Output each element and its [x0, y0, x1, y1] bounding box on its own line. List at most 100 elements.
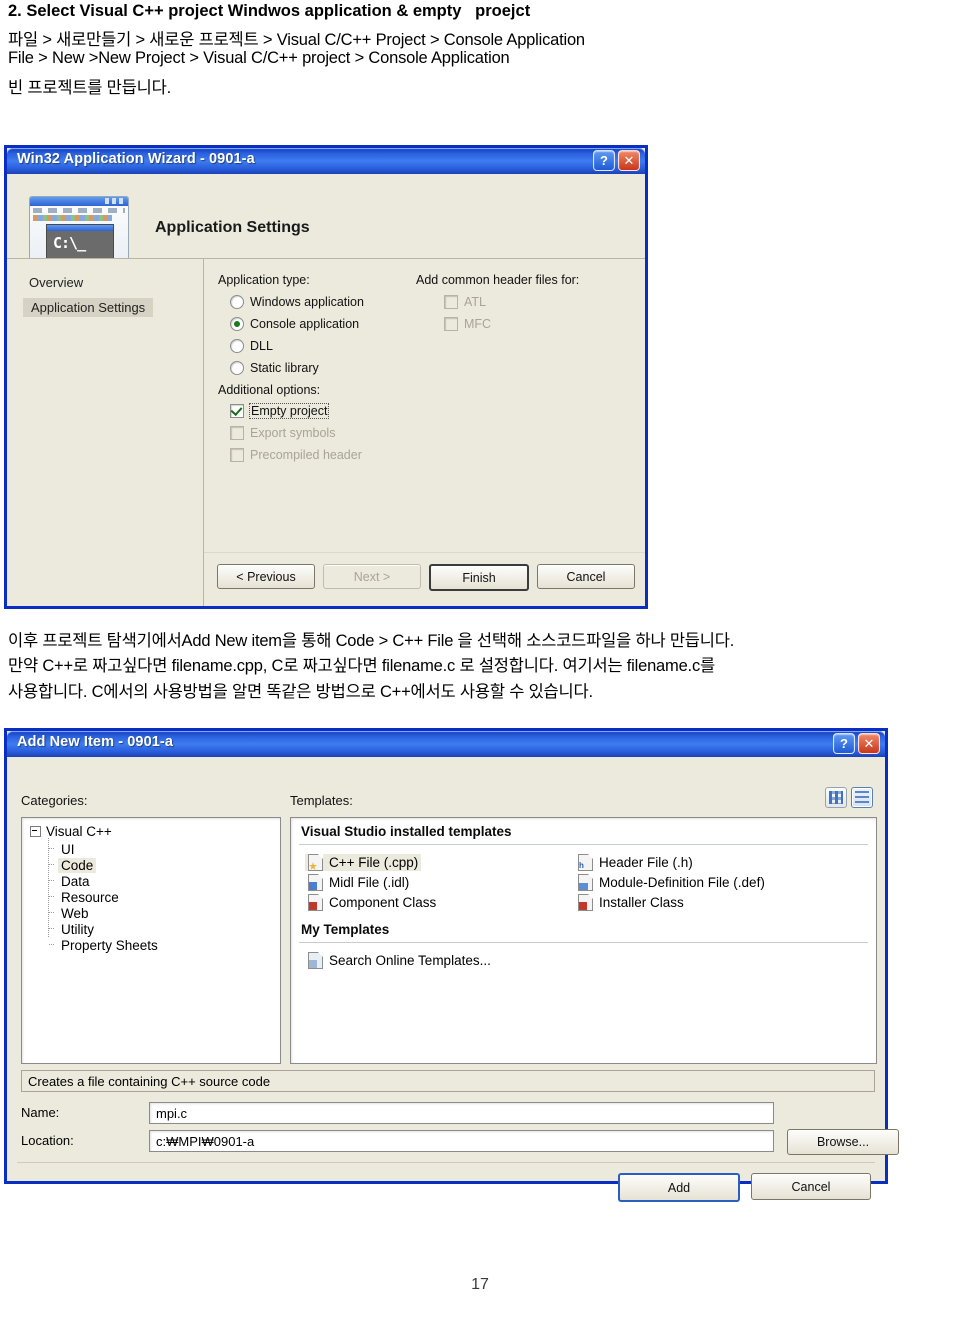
- checkbox-indicator: [230, 426, 244, 440]
- large-icons-view-icon[interactable]: [825, 787, 847, 808]
- component-class-icon: [308, 894, 323, 911]
- radio-label: Windows application: [250, 295, 364, 309]
- radio-static-library[interactable]: Static library: [230, 361, 319, 375]
- template-component-class[interactable]: Component Class: [305, 894, 439, 911]
- tree-node-label: Visual C++: [46, 824, 112, 839]
- tree-item-web[interactable]: Web: [58, 906, 92, 921]
- name-input[interactable]: mpi.c: [149, 1102, 774, 1124]
- def-file-icon: [578, 874, 593, 891]
- view-mode-buttons: [825, 787, 873, 808]
- previous-button[interactable]: < Previous: [217, 564, 315, 589]
- checkbox-mfc: MFC: [444, 317, 491, 331]
- additem-cancel-button[interactable]: Cancel: [751, 1173, 871, 1200]
- checkbox-precompiled-header: Precompiled header: [230, 448, 362, 462]
- name-label: Name:: [21, 1105, 60, 1120]
- name-input-value: mpi.c: [156, 1105, 188, 1121]
- template-label: C++ File (.cpp): [329, 855, 419, 870]
- categories-label: Categories:: [21, 793, 88, 808]
- template-label: Module-Definition File (.def): [599, 875, 765, 890]
- wizard-footer: < Previous Next > Finish Cancel: [204, 552, 645, 606]
- categories-tree[interactable]: Visual C++ UI Code Data Resource Web Uti…: [21, 817, 281, 1064]
- additem-title-text: Add New Item - 0901-a: [17, 734, 174, 750]
- list-view-icon[interactable]: [851, 787, 873, 808]
- wizard-title-bar-buttons: ? ✕: [593, 150, 640, 171]
- add-new-item-dialog: Add New Item - 0901-a ? ✕ Categories: Te…: [4, 728, 899, 1202]
- wizard-title-bar: Win32 Application Wizard - 0901-a ? ✕: [7, 148, 645, 174]
- tree-item-ui[interactable]: UI: [58, 842, 78, 857]
- radio-dll[interactable]: DLL: [230, 339, 273, 353]
- doc-note-korean: 빈 프로젝트를 만듭니다.: [8, 79, 171, 97]
- radio-label: DLL: [250, 339, 273, 353]
- radio-label: Console application: [250, 317, 360, 331]
- radio-console-application[interactable]: Console application: [230, 317, 359, 331]
- checkbox-label: Empty project: [248, 403, 330, 419]
- installer-class-icon: [578, 894, 593, 911]
- close-icon[interactable]: ✕: [858, 733, 880, 754]
- wizard-nav-overview[interactable]: Overview: [29, 275, 83, 290]
- wizard-button-row: < Previous Next > Finish Cancel: [217, 564, 635, 591]
- checkbox-indicator: [230, 448, 244, 462]
- tree-item-utility[interactable]: Utility: [58, 922, 97, 937]
- console-prompt-text: C:\_: [53, 234, 86, 252]
- doc-path-korean: 파일 > 새로만들기 > 새로운 프로젝트 > Visual C/C++ Pro…: [8, 31, 585, 49]
- template-installer-class[interactable]: Installer Class: [575, 894, 687, 911]
- page-number: 17: [471, 1276, 489, 1293]
- add-button[interactable]: Add: [618, 1173, 740, 1202]
- radio-indicator: [230, 339, 244, 353]
- checkbox-label: ATL: [464, 295, 486, 309]
- tree-item-property-sheets[interactable]: Property Sheets: [58, 938, 161, 953]
- checkbox-export-symbols: Export symbols: [230, 426, 335, 440]
- location-label: Location:: [21, 1133, 74, 1148]
- checkbox-indicator-checked: [230, 404, 244, 418]
- location-input[interactable]: c:₩MPI₩0901-a: [149, 1130, 774, 1152]
- template-cpp-file[interactable]: C++ File (.cpp): [305, 854, 422, 871]
- body-text-line-3: 사용합니다. C에서의 사용방법을 알면 똑같은 방법으로 C++에서도 사용할…: [8, 683, 593, 701]
- additem-title-bar-buttons: ? ✕: [833, 733, 880, 754]
- template-label: Header File (.h): [599, 855, 693, 870]
- help-icon[interactable]: ?: [833, 733, 855, 754]
- my-templates-header: My Templates: [301, 922, 390, 937]
- wizard-settings-pane: Application type: Windows application Co…: [204, 259, 645, 606]
- templates-list[interactable]: Visual Studio installed templates C++ Fi…: [290, 817, 877, 1064]
- checkbox-atl: ATL: [444, 295, 486, 309]
- template-description-text: Creates a file containing C++ source cod…: [28, 1073, 271, 1089]
- cpp-file-icon: [308, 854, 323, 871]
- wizard-header-title: Application Settings: [155, 219, 310, 236]
- tree-item-data[interactable]: Data: [58, 874, 93, 889]
- radio-indicator-selected: [230, 317, 244, 331]
- templates-label: Templates:: [290, 793, 353, 808]
- wizard-title-text: Win32 Application Wizard - 0901-a: [17, 151, 255, 167]
- radio-windows-application[interactable]: Windows application: [230, 295, 364, 309]
- checkbox-label: Precompiled header: [250, 448, 362, 462]
- template-search-online[interactable]: Search Online Templates...: [305, 952, 494, 969]
- finish-button[interactable]: Finish: [429, 564, 529, 591]
- template-module-definition-file[interactable]: Module-Definition File (.def): [575, 874, 768, 891]
- help-icon[interactable]: ?: [593, 150, 615, 171]
- browse-button[interactable]: Browse...: [787, 1129, 899, 1155]
- template-label: Component Class: [329, 895, 437, 910]
- checkbox-empty-project[interactable]: Empty project: [230, 403, 330, 419]
- search-online-icon: [308, 952, 323, 969]
- header-file-icon: h: [578, 854, 593, 871]
- radio-indicator: [230, 295, 244, 309]
- footer-divider: [17, 1162, 875, 1163]
- common-header-files-label: Add common header files for:: [416, 273, 580, 287]
- wizard-nav-application-settings[interactable]: Application Settings: [23, 298, 154, 317]
- template-header-file[interactable]: h Header File (.h): [575, 854, 696, 871]
- checkbox-indicator: [444, 295, 458, 309]
- template-label: Installer Class: [599, 895, 684, 910]
- tree-node-visual-cpp[interactable]: Visual C++: [30, 824, 112, 839]
- location-input-value: c:₩MPI₩0901-a: [156, 1133, 255, 1149]
- wizard-body: Overview Application Settings Applicatio…: [7, 259, 645, 606]
- tree-item-resource[interactable]: Resource: [58, 890, 122, 905]
- tree-guide-line: [48, 838, 49, 938]
- cancel-button[interactable]: Cancel: [537, 564, 635, 589]
- template-description-bar: Creates a file containing C++ source cod…: [21, 1070, 875, 1092]
- template-midl-file[interactable]: Midl File (.idl): [305, 874, 412, 891]
- additem-body: Categories: Templates: Visual C++ UI Cod…: [7, 757, 899, 1202]
- close-icon[interactable]: ✕: [618, 150, 640, 171]
- collapse-expander-icon[interactable]: [30, 826, 41, 837]
- additional-options-label: Additional options:: [218, 383, 321, 397]
- body-text-line-2: 만약 C++로 짜고싶다면 filename.cpp, C로 짜고싶다면 fil…: [8, 657, 715, 675]
- tree-item-code[interactable]: Code: [58, 858, 97, 873]
